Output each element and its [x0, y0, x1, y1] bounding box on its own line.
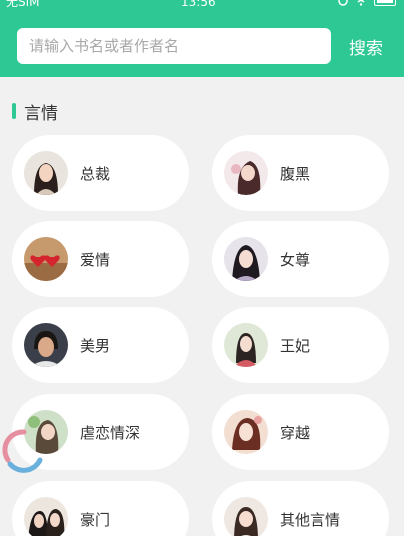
category-item-nvzun[interactable]: 女尊	[212, 221, 389, 297]
category-item-zongcai[interactable]: 总裁	[12, 135, 189, 211]
couple-portrait-icon	[24, 497, 68, 536]
category-label: 美男	[80, 336, 111, 355]
category-label: 爱情	[80, 250, 111, 269]
header-bar: 无SIM 13:56 搜索	[0, 0, 404, 77]
category-item-meinan[interactable]: 美男	[12, 307, 189, 383]
category-item-chuanyue[interactable]: 穿越	[212, 394, 389, 470]
search-input[interactable]	[17, 28, 331, 64]
carrier-label: 无SIM	[6, 0, 40, 9]
woman-portrait-icon	[224, 410, 268, 454]
category-label: 女尊	[280, 250, 311, 269]
category-label: 王妃	[280, 336, 311, 355]
woman-portrait-icon	[224, 237, 268, 281]
category-item-fuhei[interactable]: 腹黑	[212, 135, 389, 211]
clock-label: 13:56	[181, 0, 216, 9]
alarm-icon	[338, 0, 348, 6]
category-item-haomen[interactable]: 豪门	[12, 481, 189, 536]
woman-portrait-icon	[224, 151, 268, 195]
woman-portrait-icon	[224, 323, 268, 367]
wifi-icon	[357, 0, 365, 6]
category-label: 豪门	[80, 510, 111, 529]
status-bar: 无SIM 13:56	[0, 0, 404, 14]
hearts-icon	[24, 237, 68, 281]
section-heading: 言情	[12, 100, 58, 124]
floating-assistive-button[interactable]	[0, 426, 48, 474]
search-button[interactable]: 搜索	[338, 28, 394, 64]
section-accent-bar	[12, 103, 16, 119]
category-item-wangfei[interactable]: 王妃	[212, 307, 389, 383]
category-label: 腹黑	[280, 164, 311, 183]
category-item-aiqing[interactable]: 爱情	[12, 221, 189, 297]
floating-ring-icon	[2, 429, 43, 473]
woman-portrait-icon	[24, 151, 68, 195]
status-icons	[338, 0, 396, 6]
section-title: 言情	[24, 103, 58, 124]
category-label: 总裁	[80, 164, 111, 183]
man-portrait-icon	[24, 323, 68, 367]
category-label: 其他言情	[280, 510, 341, 529]
battery-icon	[374, 0, 396, 6]
category-label: 穿越	[280, 423, 311, 442]
woman-portrait-icon	[224, 497, 268, 536]
category-item-qita[interactable]: 其他言情	[212, 481, 389, 536]
category-label: 虐恋情深	[80, 423, 141, 442]
